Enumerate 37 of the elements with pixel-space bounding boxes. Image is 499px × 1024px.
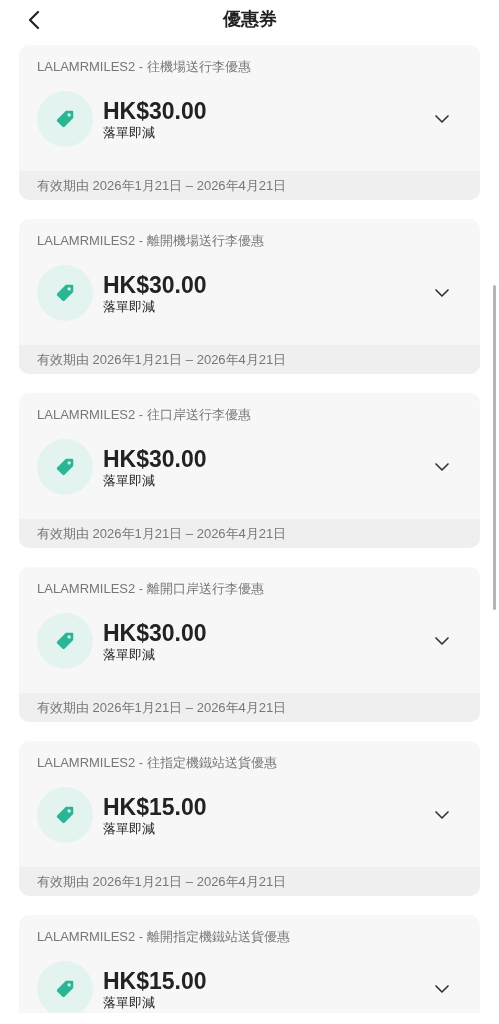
coupon-card[interactable]: LALAMRMILES2 - 往口岸送行李優惠 HK$30.00 落單即減 有效期由 2026年1月21日 – 2026年4月21日: [19, 393, 480, 548]
coupon-amount: HK$30.00: [103, 97, 207, 125]
validity-text: 有效期由 2026年1月21日 – 2026年4月21日: [37, 524, 287, 543]
tag-icon: [54, 282, 76, 304]
coupon-subtitle: 落單即減: [103, 125, 156, 141]
validity-text: 有效期由 2026年1月21日 – 2026年4月21日: [37, 176, 287, 195]
coupon-subtitle: 落單即減: [103, 821, 156, 837]
coupon-amount: HK$30.00: [103, 619, 207, 647]
coupon-title: LALAMRMILES2 - 離開口岸送行李優惠: [37, 580, 265, 598]
coupon-card[interactable]: LALAMRMILES2 - 往機場送行李優惠 HK$30.00 落單即減 有效期由 2026年1月21日 – 2026年4月21日: [19, 45, 480, 200]
coupon-card[interactable]: LALAMRMILES2 - 往指定機鐵站送貨優惠 HK$15.00 落單即減 有效期由 2026年1月21日 – 2026年4月21日: [19, 741, 480, 896]
validity-text: 有效期由 2026年1月21日 – 2026年4月21日: [37, 350, 287, 369]
coupon-amount: HK$15.00: [103, 793, 207, 821]
coupon-card[interactable]: LALAMRMILES2 - 離開指定機鐵站送貨優惠 HK$15.00 落單即減: [19, 915, 480, 1013]
tag-icon: [54, 804, 76, 826]
validity-text: 有效期由 2026年1月21日 – 2026年4月21日: [37, 698, 287, 717]
back-icon: [27, 10, 41, 30]
coupon-subtitle: 落單即減: [103, 473, 156, 489]
coupon-amount: HK$30.00: [103, 445, 207, 473]
coupon-card[interactable]: LALAMRMILES2 - 離開口岸送行李優惠 HK$30.00 落單即減 有效期由 2026年1月21日 – 2026年4月21日: [19, 567, 480, 722]
tag-icon: [54, 630, 76, 652]
tag-icon: [54, 108, 76, 130]
coupon-title: LALAMRMILES2 - 往機場送行李優惠: [37, 58, 252, 76]
coupon-card[interactable]: LALAMRMILES2 - 離開機場送行李優惠 HK$30.00 落單即減 有效期由 2026年1月21日 – 2026年4月21日: [19, 219, 480, 374]
page-title: 優惠券: [222, 8, 277, 31]
coupon-title: LALAMRMILES2 - 往口岸送行李優惠: [37, 406, 252, 424]
validity-text: 有效期由 2026年1月21日 – 2026年4月21日: [37, 872, 287, 891]
coupon-subtitle: 落單即減: [103, 299, 156, 315]
coupon-amount: HK$15.00: [103, 967, 207, 995]
coupon-subtitle: 落單即減: [103, 995, 156, 1011]
coupon-subtitle: 落單即減: [103, 647, 156, 663]
tag-icon: [54, 978, 76, 1000]
tag-icon: [54, 456, 76, 478]
coupon-title: LALAMRMILES2 - 離開指定機鐵站送貨優惠: [37, 928, 291, 946]
coupon-title: LALAMRMILES2 - 往指定機鐵站送貨優惠: [37, 754, 278, 772]
coupon-title: LALAMRMILES2 - 離開機場送行李優惠: [37, 232, 265, 250]
coupon-amount: HK$30.00: [103, 271, 207, 299]
